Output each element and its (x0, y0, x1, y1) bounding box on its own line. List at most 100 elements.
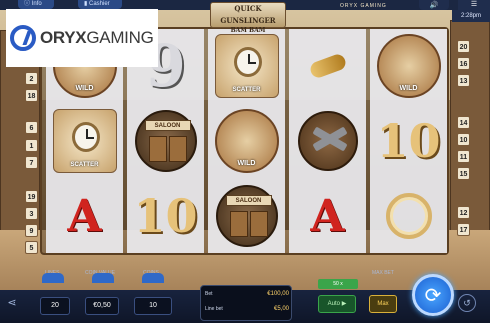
reel-cell: 10 (127, 179, 204, 253)
reel-cell: WILD (208, 104, 285, 178)
coin-value-field[interactable]: €0,50 (85, 297, 119, 315)
payline-badge-right[interactable]: 17 (457, 223, 470, 236)
max-bet-button[interactable]: Max (369, 295, 397, 313)
scatter-watch-symbol: SCATTER (214, 34, 279, 98)
reel-3: SCATTER WILD SALOON (208, 29, 285, 253)
payline-badge-right[interactable]: 11 (457, 150, 470, 163)
payline-badge-right[interactable]: 12 (457, 206, 470, 219)
payline-badge-left[interactable]: 9 (25, 224, 38, 237)
payline-badge-left[interactable]: 6 (25, 121, 38, 134)
max-bet-label: Max bet (372, 270, 394, 276)
spin-button[interactable]: ⟳ (412, 274, 454, 316)
share-icon: ⋖ (7, 297, 17, 309)
history-icon: ↺ (463, 298, 471, 308)
reel-5: WILD 10 (370, 29, 447, 253)
lasso-symbol (385, 193, 432, 239)
line-bet-label: Line bet (205, 306, 223, 312)
bet-row: Bet €100,00 (205, 291, 289, 297)
reel-cell: WILD (370, 29, 447, 103)
payline-badge-left[interactable]: 7 (25, 156, 38, 169)
pocket-watch-icon (233, 47, 262, 77)
payline-badge-right[interactable]: 14 (457, 116, 470, 129)
wild-label: WILD (399, 85, 418, 92)
play-icon: ▶ (341, 301, 347, 307)
payline-badge-left[interactable]: 1 (25, 139, 38, 152)
wild-sheriff-symbol: WILD (376, 34, 441, 98)
reel-cell (289, 104, 366, 178)
saloon-sign: SALOON (144, 120, 191, 131)
info-label: Info (31, 1, 42, 7)
cashier-icon: ▮ (84, 1, 88, 7)
payline-badge-left[interactable]: 2 (25, 72, 38, 85)
reel-4: A (289, 29, 366, 253)
menu-button[interactable]: ☰ (458, 0, 490, 10)
saloon-symbol: SALOON (134, 110, 197, 172)
ten-symbol: 10 (133, 189, 198, 243)
saloon-door-icon (168, 136, 187, 162)
spin-icon: ⟳ (424, 284, 442, 307)
payline-badge-right[interactable]: 16 (457, 57, 470, 70)
oryx-logo-icon (10, 25, 36, 51)
share-button[interactable]: ⋖ (4, 296, 20, 312)
ten-symbol: 10 (376, 114, 441, 168)
bet-value: €100,00 (267, 291, 289, 297)
wild-sheriff-symbol: WILD (214, 109, 279, 173)
title-caption: ORYX GAMING (340, 3, 387, 9)
background-building-right (450, 20, 490, 240)
oryx-logo-text: ORYXGAMING (40, 28, 154, 47)
payline-badge-left[interactable]: 18 (25, 89, 38, 102)
payline-badge-right[interactable]: 20 (457, 40, 470, 53)
pocket-watch-icon (71, 122, 100, 152)
payline-badge-left[interactable]: 5 (25, 241, 38, 254)
wild-label: WILD (237, 160, 256, 167)
lines-pill[interactable] (42, 273, 64, 283)
sound-button[interactable]: 🔊 (419, 0, 449, 10)
bullet-symbol (307, 52, 348, 80)
cashier-label: Cashier (88, 1, 110, 7)
cashier-button[interactable]: ▮ Cashier (78, 0, 122, 9)
coin-value-pill[interactable] (92, 273, 114, 283)
payline-badge-right[interactable]: 15 (457, 167, 470, 180)
bet-label: Bet (205, 291, 213, 297)
reel-cell: SCATTER (208, 29, 285, 103)
saloon-sign: SALOON (225, 195, 272, 206)
saloon-symbol: SALOON (215, 185, 278, 247)
history-button[interactable]: ↺ (458, 294, 476, 312)
clock: 2:28pm (452, 10, 490, 22)
saloon-door-icon (148, 136, 167, 162)
guns-symbol (297, 111, 358, 171)
line-bet-row: Line bet €5,00 (205, 306, 289, 312)
reel-cell: A (289, 179, 366, 253)
coins-pill[interactable] (142, 273, 164, 283)
payline-badge-right[interactable]: 10 (457, 133, 470, 146)
scatter-label: SCATTER (232, 87, 261, 93)
payline-badge-right[interactable]: 13 (457, 74, 470, 87)
coins-value[interactable]: 10 (134, 297, 172, 315)
dynamite-symbol: A (67, 190, 102, 242)
reel-cell (289, 29, 366, 103)
info-button[interactable]: ⓘ Info (18, 0, 54, 9)
scatter-watch-symbol: SCATTER (52, 109, 117, 173)
autoplay-button[interactable]: Auto ▶ (318, 295, 356, 313)
autoplay-count[interactable]: 50 x (318, 279, 358, 289)
reel-cell: A (46, 179, 123, 253)
payline-badge-left[interactable]: 19 (25, 190, 38, 203)
game-title: QUICK GUNSLINGER BAM BAM (210, 2, 286, 34)
saloon-door-icon (229, 211, 248, 237)
lines-value[interactable]: 20 (40, 297, 70, 315)
reel-cell (370, 179, 447, 253)
payline-badge-left[interactable]: 3 (25, 207, 38, 220)
wild-label: WILD (75, 85, 94, 92)
info-icon: ⓘ (24, 1, 31, 7)
scatter-label: SCATTER (70, 162, 99, 168)
reel-cell: SALOON (208, 179, 285, 253)
reel-cell: 10 (370, 104, 447, 178)
bet-panel: Bet €100,00 Line bet €5,00 (200, 285, 292, 321)
oryx-logo: ORYXGAMING (6, 9, 158, 67)
game-title-line2: BAM BAM (230, 27, 266, 34)
menu-icon: ☰ (470, 1, 478, 8)
saloon-door-icon (249, 211, 268, 237)
dynamite-symbol: A (310, 190, 345, 242)
autoplay-label: Auto (327, 301, 341, 307)
game-title-line1: QUICK GUNSLINGER (220, 4, 276, 25)
